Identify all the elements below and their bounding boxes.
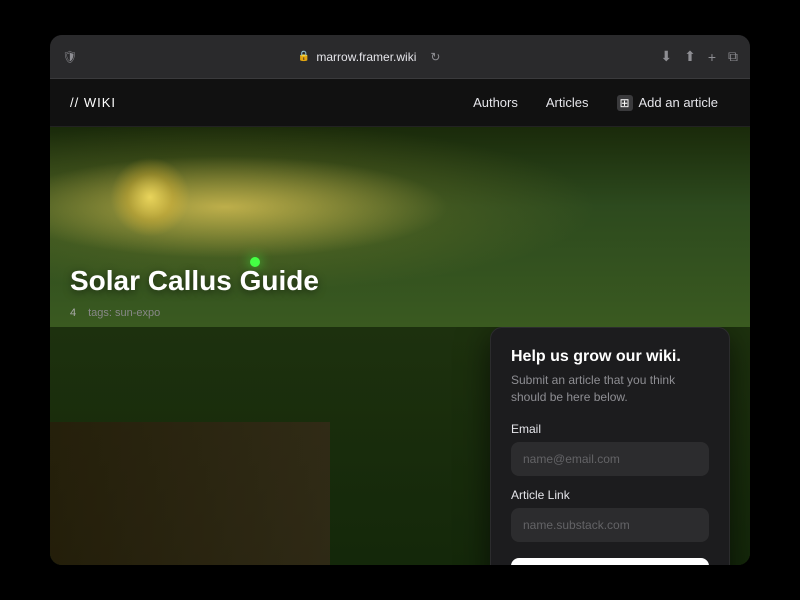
nav-link-authors[interactable]: Authors	[461, 89, 530, 116]
email-label: Email	[511, 422, 709, 436]
panel-subtitle: Submit an article that you think should …	[511, 372, 709, 406]
hero-section: Solar Callus Guide 4 tags: sun-expo	[50, 127, 750, 327]
nav-link-articles[interactable]: Articles	[534, 89, 601, 116]
hero-glow	[110, 157, 190, 237]
nav-links: Authors Articles ⊞ Add an article	[461, 89, 730, 117]
hero-date: 4	[70, 307, 76, 319]
browser-controls-left: 🛡	[62, 49, 78, 65]
reload-icon[interactable]: ↻	[430, 50, 440, 64]
site-logo: // WIKI	[70, 95, 116, 110]
dropdown-panel: Help us grow our wiki. Submit an article…	[490, 327, 730, 565]
email-input[interactable]	[511, 442, 709, 476]
browser-window: 🛡 🔒 marrow.framer.wiki ↻ ⬇ ⬆ + ⧉ // WIKI…	[50, 35, 750, 565]
article-link-input[interactable]	[511, 508, 709, 542]
address-bar[interactable]: 🔒 marrow.framer.wiki ↻	[86, 50, 652, 64]
lock-icon: 🔒	[298, 51, 310, 62]
hero-tags: tags: sun-expo	[88, 307, 160, 319]
submit-button[interactable]: Submit	[511, 558, 709, 565]
newtab-button[interactable]: +	[708, 49, 716, 65]
shield-icon: 🛡	[62, 49, 78, 65]
tabs-button[interactable]: ⧉	[728, 48, 738, 65]
website: // WIKI Authors Articles ⊞ Add an articl…	[50, 79, 750, 565]
add-article-icon: ⊞	[617, 95, 633, 111]
site-nav: // WIKI Authors Articles ⊞ Add an articl…	[50, 79, 750, 127]
hero-meta: 4 tags: sun-expo	[70, 307, 160, 319]
article-link-label: Article Link	[511, 488, 709, 502]
add-article-label: Add an article	[639, 95, 719, 110]
url-text: marrow.framer.wiki	[316, 50, 416, 64]
browser-chrome: 🛡 🔒 marrow.framer.wiki ↻ ⬇ ⬆ + ⧉	[50, 35, 750, 79]
panel-title: Help us grow our wiki.	[511, 348, 709, 366]
download-button[interactable]: ⬇	[660, 48, 672, 65]
share-button[interactable]: ⬆	[684, 48, 696, 65]
add-article-button[interactable]: ⊞ Add an article	[605, 89, 731, 117]
browser-controls-right: ⬇ ⬆ + ⧉	[660, 48, 738, 65]
hero-title: Solar Callus Guide	[70, 265, 319, 297]
bottom-section: Noah Ryan Help us grow our wiki. Submit …	[50, 327, 750, 565]
deck-element	[50, 422, 330, 565]
